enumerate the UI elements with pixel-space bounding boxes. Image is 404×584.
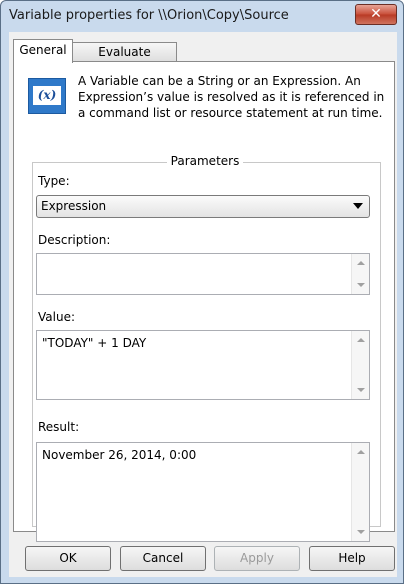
window-title: Variable properties for \\Orion\Copy\Sou… <box>9 8 289 23</box>
type-label: Type: <box>38 174 70 188</box>
close-icon: ✕ <box>370 6 382 22</box>
scroll-up-icon[interactable] <box>357 450 365 454</box>
chevron-down-icon <box>353 203 363 209</box>
variable-x-icon: (x) <box>28 78 66 114</box>
result-label: Result: <box>38 420 80 434</box>
scroll-up-icon[interactable] <box>357 261 365 265</box>
scroll-up-icon[interactable] <box>357 338 365 342</box>
general-panel: (x) A Variable can be a String or an Exp… <box>13 61 396 542</box>
description-scrollbar[interactable] <box>351 254 369 294</box>
apply-button[interactable]: Apply <box>214 546 300 571</box>
value-label: Value: <box>38 310 75 324</box>
description-label: Description: <box>38 233 111 247</box>
help-button[interactable]: Help <box>309 546 395 571</box>
result-field[interactable]: November 26, 2014, 0:00 <box>36 442 370 542</box>
scroll-down-icon[interactable] <box>357 530 365 534</box>
title-bar[interactable]: Variable properties for \\Orion\Copy\Sou… <box>1 1 403 32</box>
value-field-text: "TODAY" + 1 DAY <box>42 336 147 350</box>
type-selected-value: Expression <box>41 199 107 213</box>
tab-general[interactable]: General <box>13 39 73 63</box>
dialog-client: General Evaluate variable (x) A Variable… <box>9 32 397 577</box>
variable-icon-glyph: (x) <box>33 86 61 105</box>
variable-description-text: A Variable can be a String or an Express… <box>78 74 385 120</box>
value-scrollbar[interactable] <box>351 331 369 399</box>
description-field[interactable] <box>36 253 370 295</box>
dialog-window: Variable properties for \\Orion\Copy\Sou… <box>0 0 404 584</box>
close-button[interactable]: ✕ <box>355 4 397 25</box>
result-field-text: November 26, 2014, 0:00 <box>42 448 197 462</box>
parameters-legend: Parameters <box>14 154 396 168</box>
type-select[interactable]: Expression <box>36 195 370 218</box>
scroll-down-icon[interactable] <box>357 283 365 287</box>
ok-button[interactable]: OK <box>25 546 111 571</box>
value-field[interactable]: "TODAY" + 1 DAY <box>36 330 370 400</box>
tab-evaluate-variable[interactable]: Evaluate variable <box>72 42 177 78</box>
result-scrollbar[interactable] <box>351 443 369 541</box>
scroll-down-icon[interactable] <box>357 388 365 392</box>
cancel-button[interactable]: Cancel <box>120 546 206 571</box>
